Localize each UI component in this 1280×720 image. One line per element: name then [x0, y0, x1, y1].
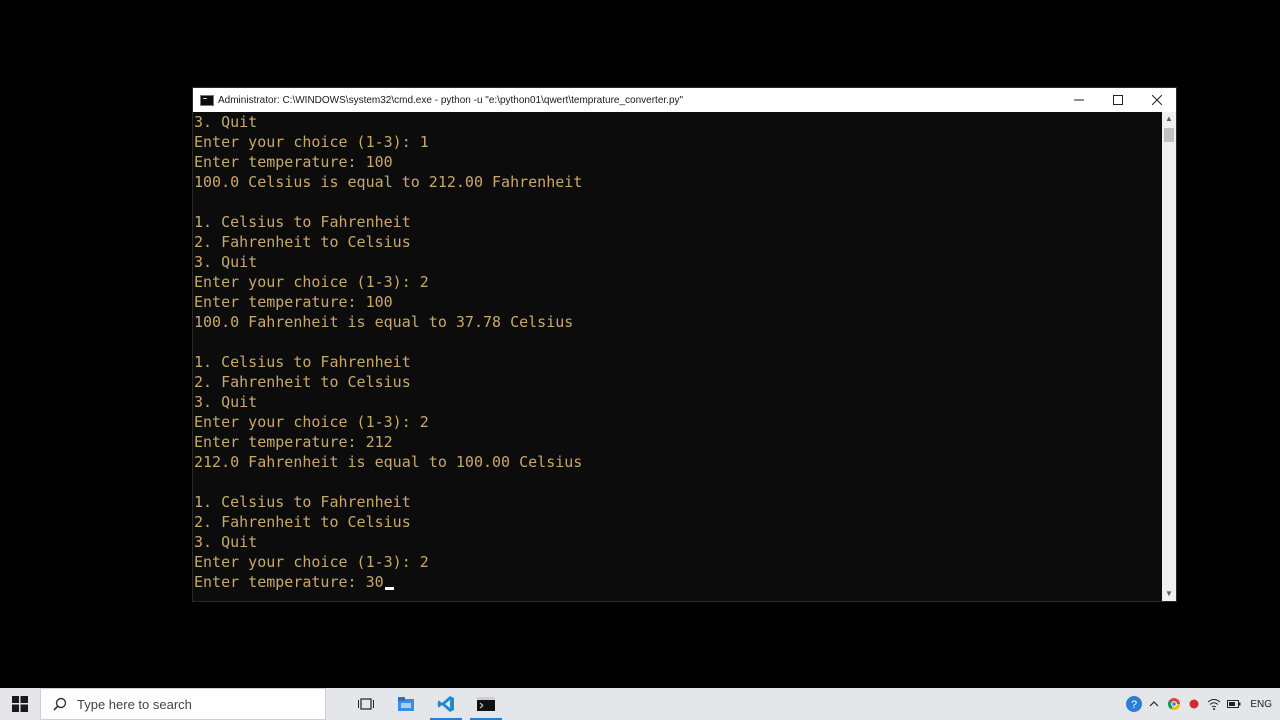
taskbar: Type here to search ? ENG [0, 688, 1280, 720]
title-bar[interactable]: Administrator: C:\WINDOWS\system32\cmd.e… [193, 88, 1176, 112]
cmd-window[interactable]: Administrator: C:\WINDOWS\system32\cmd.e… [193, 88, 1176, 601]
terminal-line: 100.0 Celsius is equal to 212.00 Fahrenh… [194, 173, 583, 191]
scroll-down-arrow-icon[interactable]: ▼ [1162, 587, 1176, 601]
text-cursor [384, 587, 394, 590]
terminal-line: Enter temperature: 212 [194, 433, 393, 451]
terminal-line: 3. Quit [194, 113, 258, 131]
task-view-button[interactable] [346, 688, 386, 720]
terminal-line: Enter temperature: 30 [193, 572, 1162, 592]
cmd-taskbar-button[interactable] [466, 688, 506, 720]
minimize-button[interactable] [1059, 88, 1098, 112]
language-indicator[interactable]: ENG [1250, 699, 1272, 710]
help-icon: ? [1126, 696, 1143, 712]
task-view-icon [358, 698, 374, 710]
terminal-line: 100.0 Fahrenheit is equal to 37.78 Celsi… [194, 313, 574, 331]
terminal-line: Enter your choice (1-3): 2 [194, 553, 429, 571]
terminal-line-text: Enter temperature: 30 [194, 573, 384, 591]
terminal-line: 2. Fahrenheit to Celsius [194, 233, 411, 251]
record-icon [1189, 699, 1199, 709]
vertical-scrollbar[interactable]: ▲ ▼ [1162, 112, 1176, 601]
taskbar-search[interactable]: Type here to search [40, 688, 326, 720]
chevron-up-icon [1149, 701, 1159, 707]
vscode-button[interactable] [426, 688, 466, 720]
terminal-line: 1. Celsius to Fahrenheit [194, 353, 411, 371]
maximize-button[interactable] [1098, 88, 1137, 112]
cmd-icon [200, 94, 214, 106]
terminal-line: Enter your choice (1-3): 1 [194, 133, 429, 151]
wifi-icon [1208, 699, 1221, 710]
terminal-line: 3. Quit [194, 253, 258, 271]
terminal-line: 2. Fahrenheit to Celsius [194, 513, 411, 531]
terminal-line: Enter your choice (1-3): 2 [194, 413, 429, 431]
terminal-line: 1. Celsius to Fahrenheit [194, 213, 411, 231]
close-button[interactable] [1137, 88, 1176, 112]
search-placeholder: Type here to search [77, 696, 192, 712]
scroll-up-arrow-icon[interactable]: ▲ [1162, 112, 1176, 126]
terminal-icon [477, 697, 495, 711]
terminal-line: Enter temperature: 100 [194, 293, 393, 311]
window-title: Administrator: C:\WINDOWS\system32\cmd.e… [218, 94, 684, 106]
chrome-tray-button[interactable] [1164, 688, 1184, 720]
terminal-line: 3. Quit [194, 533, 258, 551]
maximize-icon [1112, 95, 1123, 105]
terminal-output[interactable]: 3. Quit Enter your choice (1-3): 1 Enter t… [193, 112, 1162, 601]
file-explorer-icon [398, 697, 414, 711]
close-icon [1151, 95, 1162, 105]
terminal-line: Enter temperature: 100 [194, 153, 393, 171]
help-button[interactable]: ? [1124, 688, 1144, 720]
windows-logo-icon [12, 696, 28, 712]
file-explorer-button[interactable] [386, 688, 426, 720]
system-tray: ? ENG [1124, 688, 1280, 720]
vscode-icon [437, 696, 454, 712]
record-tray-button[interactable] [1184, 688, 1204, 720]
terminal-line: 3. Quit [194, 393, 258, 411]
network-button[interactable] [1204, 688, 1224, 720]
scroll-thumb[interactable] [1164, 128, 1174, 142]
search-icon [53, 697, 67, 711]
minimize-icon [1073, 99, 1084, 101]
show-hidden-icons-button[interactable] [1144, 688, 1164, 720]
battery-icon [1227, 700, 1241, 708]
terminal-line: 1. Celsius to Fahrenheit [194, 493, 411, 511]
terminal-line: 212.0 Fahrenheit is equal to 100.00 Cels… [194, 453, 583, 471]
terminal-line: Enter your choice (1-3): 2 [194, 273, 429, 291]
svg-text:?: ? [1131, 699, 1137, 711]
window-controls [1059, 88, 1176, 112]
start-button[interactable] [0, 688, 40, 720]
battery-button[interactable] [1224, 688, 1244, 720]
chrome-icon [1168, 698, 1181, 710]
terminal-line: 2. Fahrenheit to Celsius [194, 373, 411, 391]
